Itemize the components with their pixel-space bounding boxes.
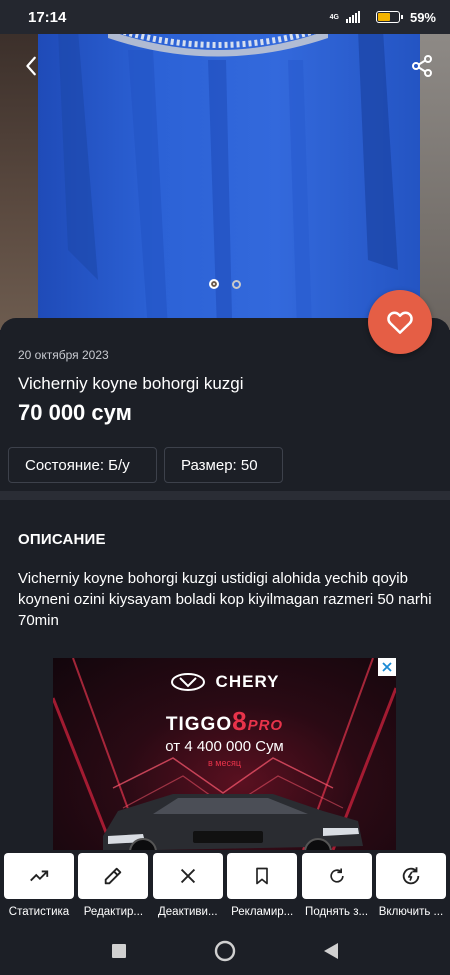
ad-banner[interactable]: CHERY TIGGO8PRO от 4 400 000 Сум в месяц xyxy=(53,658,396,850)
heart-icon xyxy=(387,311,413,334)
owner-action-bar: Статистика Редактир... Деактиви... Рекла… xyxy=(0,850,450,926)
promote-button[interactable]: Рекламир... xyxy=(227,850,298,926)
ad-brand-name: CHERY xyxy=(215,672,280,691)
ad-price: от 4 400 000 Сум xyxy=(165,738,284,755)
promote-button-box[interactable] xyxy=(227,853,298,899)
auto-renew-button[interactable]: Включить ... xyxy=(375,850,446,926)
signal-icon xyxy=(345,11,360,23)
edit-label: Редактир... xyxy=(83,906,144,918)
battery-percent: 59% xyxy=(409,9,436,25)
chery-logo-icon xyxy=(170,673,205,691)
listing-price: 70 000 сум xyxy=(18,400,132,425)
deactivate-label: Деактиви... xyxy=(158,906,218,918)
favorite-button[interactable] xyxy=(368,290,432,354)
home-button[interactable] xyxy=(207,933,243,969)
status-indicators: 4G 59% xyxy=(330,10,436,25)
ad-model-number: 8 xyxy=(232,706,248,736)
ad-model: TIGGO8PRO xyxy=(53,706,396,737)
refresh-icon xyxy=(329,868,344,883)
pager-dot[interactable] xyxy=(232,280,241,289)
ad-model-suffix: PRO xyxy=(247,717,284,734)
bump-label: Поднять з... xyxy=(305,906,369,918)
statistics-button-box[interactable] xyxy=(4,853,74,899)
trend-up-icon xyxy=(30,870,49,882)
share-icon xyxy=(412,55,432,77)
back-button[interactable] xyxy=(12,46,52,86)
promote-label: Рекламир... xyxy=(231,906,294,918)
network-type: 4G xyxy=(329,13,339,21)
description-text: Vicherniy koyne bohorgi kuzgi ustidigi a… xyxy=(18,570,432,629)
status-time: 17:14 xyxy=(28,8,67,26)
close-icon xyxy=(180,868,195,884)
edit-button[interactable]: Редактир... xyxy=(78,850,149,926)
description-heading: ОПИСАНИЕ xyxy=(18,531,106,548)
pencil-icon xyxy=(105,867,122,885)
description-section: ОПИСАНИЕ Vicherniy koyne bohorgi kuzgi u… xyxy=(0,500,450,650)
status-bar: 17:14 4G 59% xyxy=(0,0,450,34)
bump-button-box[interactable] xyxy=(301,853,372,899)
car-image xyxy=(103,794,363,850)
battery-icon xyxy=(375,11,403,23)
attribute-condition: Состояние: Б/у xyxy=(8,447,157,483)
system-back-button[interactable] xyxy=(313,933,349,969)
deactivate-button[interactable]: Деактиви... xyxy=(152,850,223,926)
edit-button-box[interactable] xyxy=(78,853,149,899)
share-button[interactable] xyxy=(402,46,442,86)
photo-pager xyxy=(0,279,450,289)
circle-icon xyxy=(214,940,236,961)
bookmark-icon xyxy=(256,867,269,885)
auto-renew-label: Включить ... xyxy=(378,906,444,918)
ad-model-prefix: TIGGO xyxy=(165,714,233,735)
square-icon xyxy=(112,943,126,958)
chevron-left-icon xyxy=(26,56,36,76)
deactivate-button-box[interactable] xyxy=(152,853,223,899)
statistics-label: Статистика xyxy=(8,906,70,918)
attribute-size: Размер: 50 xyxy=(164,447,283,483)
listing-title: Vicherniy koyne bohorgi kuzgi xyxy=(18,374,244,393)
ad-section: CHERY TIGGO8PRO от 4 400 000 Сум в месяц xyxy=(0,650,450,850)
statistics-button[interactable]: Статистика xyxy=(4,850,74,926)
auto-renew-icon xyxy=(402,867,420,885)
section-divider xyxy=(0,491,450,500)
pager-dot-active[interactable] xyxy=(209,279,219,289)
auto-renew-button-box[interactable] xyxy=(375,853,446,899)
ad-brand: CHERY xyxy=(53,672,396,692)
ad-months: в месяц xyxy=(207,758,241,768)
battery-level xyxy=(377,13,390,21)
bump-button[interactable]: Поднять з... xyxy=(301,850,372,926)
photo-gallery[interactable] xyxy=(0,30,450,330)
post-date: 20 октября 2023 xyxy=(18,348,109,362)
recents-button[interactable] xyxy=(101,933,137,969)
system-nav-bar xyxy=(0,926,450,975)
triangle-back-icon xyxy=(324,942,338,959)
